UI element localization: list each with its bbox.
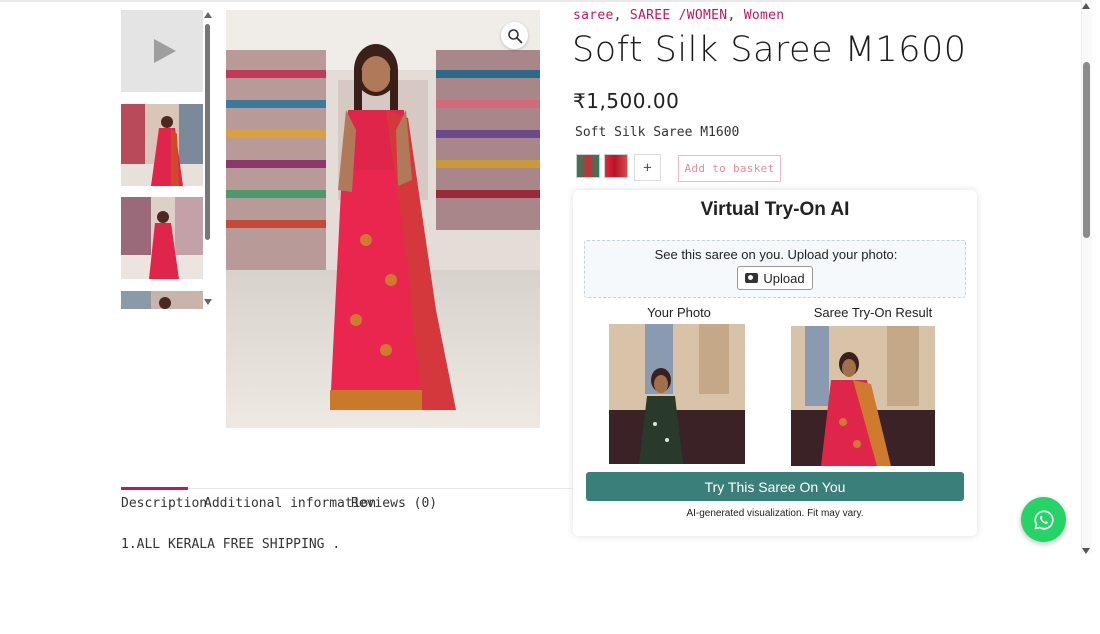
tryon-result-label: Saree Try-On Result [813,305,933,320]
virtual-tryon-panel: Virtual Try-On AI See this saree on you.… [573,190,977,536]
your-photo-label: Your Photo [647,305,711,320]
category-link-saree-women[interactable]: SAREE /WOMEN [630,8,728,23]
whatsapp-chat-button[interactable] [1021,497,1066,542]
product-page: saree, SAREE /WOMEN, Women Soft Silk Sar… [0,0,1081,554]
category-link-saree[interactable]: saree [573,8,614,23]
product-title: Soft Silk Saree M1600 [572,30,967,70]
zoom-button[interactable] [501,22,528,49]
color-swatch-red[interactable] [604,154,628,178]
camera-icon [745,273,759,283]
thumbnail-image-2[interactable] [121,197,203,279]
upload-dropzone[interactable]: See this saree on you. Upload your photo… [584,240,966,298]
upload-button[interactable]: Upload [737,266,813,290]
product-variant-name: Soft Silk Saree M1600 [575,125,740,140]
product-price: ₹1,500.00 [573,89,680,113]
saree-thumbnail-2 [121,197,203,279]
scroll-up-icon[interactable] [1082,3,1090,9]
color-swatch-green-red[interactable] [576,154,600,178]
saree-thumbnail-3 [121,291,203,309]
thumbnail-image-3[interactable] [121,291,203,309]
thumbnail-image-1[interactable] [121,104,203,186]
try-saree-button[interactable]: Try This Saree On You [586,472,964,501]
upload-prompt: See this saree on you. Upload your photo… [654,247,898,262]
tab-reviews[interactable]: Reviews (0) [351,496,437,511]
play-icon [154,39,176,63]
blank-area [0,554,1100,634]
video-thumbnail[interactable] [121,10,203,92]
tab-description[interactable]: Description [121,496,207,511]
saree-thumbnail-1 [121,104,203,186]
your-photo-preview [609,324,745,464]
description-first-line: 1.ALL KERALA FREE SHIPPING . [121,537,341,552]
tryon-result-image [791,326,935,466]
thumbnail-scrollbar[interactable] [205,24,210,240]
thumbnail-scroll-down-icon[interactable] [204,299,212,305]
scrollbar-thumb[interactable] [1083,62,1090,238]
upload-label: Upload [763,270,805,286]
user-photo-image [609,324,745,464]
tabs-divider [121,488,573,489]
active-tab-indicator [121,487,188,490]
main-product-image[interactable] [226,10,540,428]
tryon-title: Virtual Try-On AI [700,199,850,220]
top-divider [0,0,1081,2]
thumbnail-scroll-up-icon[interactable] [204,12,212,18]
quantity-increase-button[interactable]: + [634,154,661,181]
tryon-disclaimer: AI-generated visualization. Fit may vary… [686,508,864,519]
tryon-result-preview [791,326,935,466]
add-to-basket-button[interactable]: Add to basket [678,155,781,182]
whatsapp-icon [1033,509,1054,530]
saree-model-photo [226,10,540,428]
magnifier-icon [507,28,522,43]
product-categories: saree, SAREE /WOMEN, Women [573,8,785,23]
thumbnail-gallery [121,10,213,310]
category-link-women[interactable]: Women [744,8,785,23]
